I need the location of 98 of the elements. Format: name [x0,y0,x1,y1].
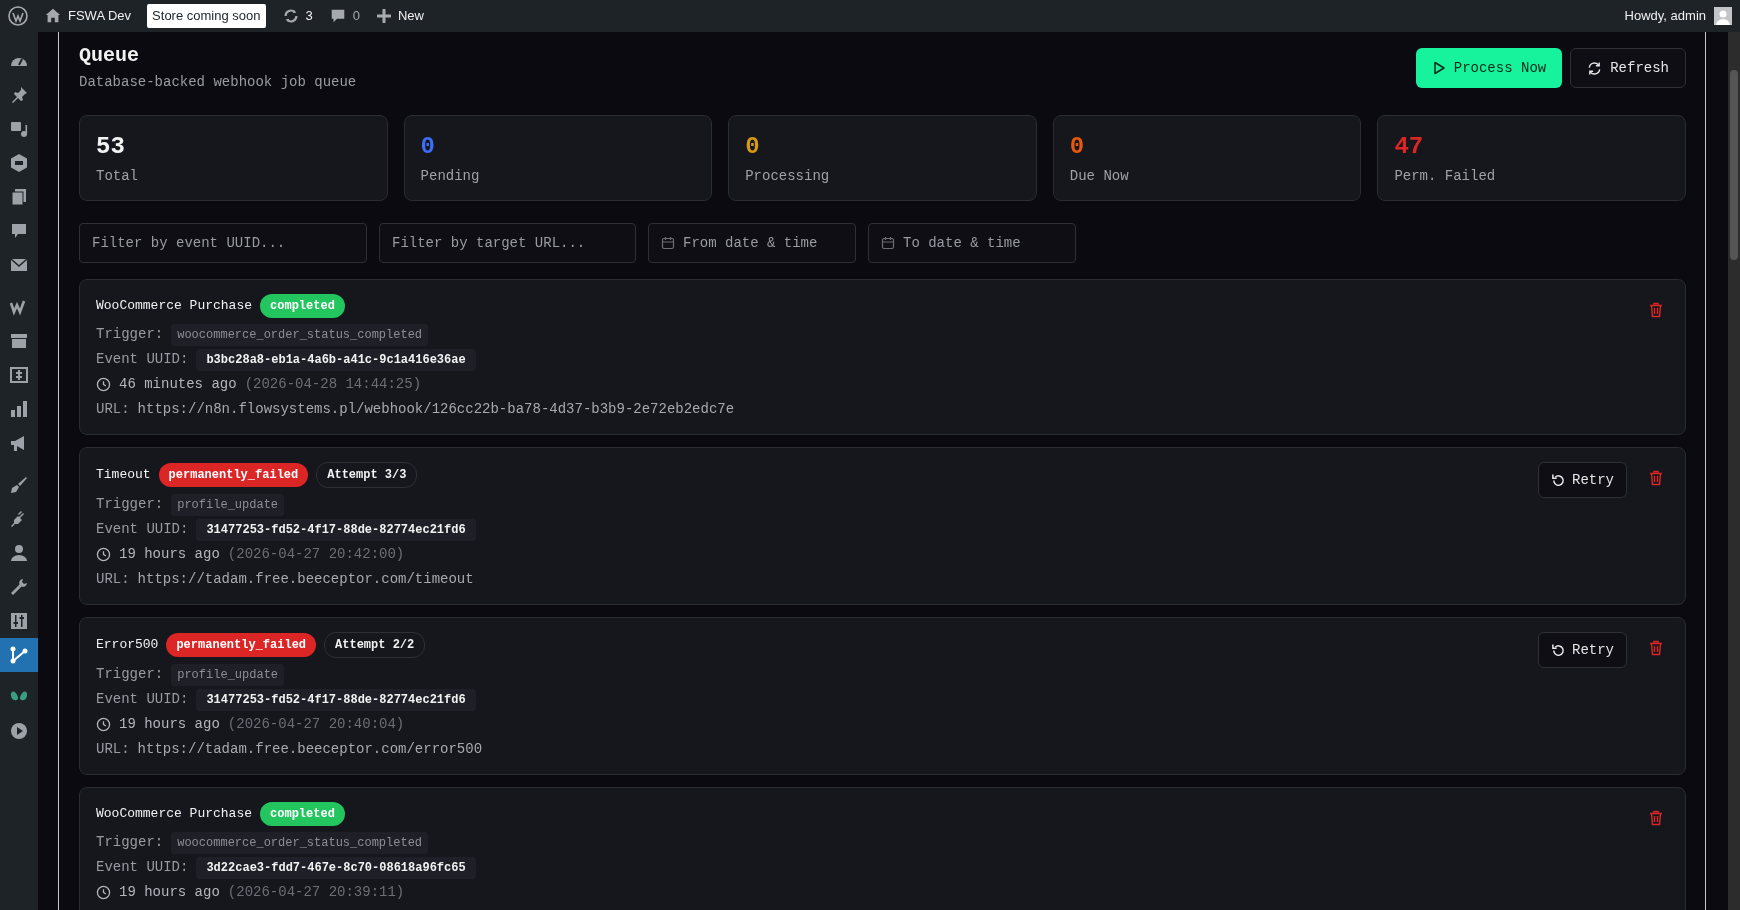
calendar-icon [881,236,895,250]
media-icon [9,119,29,139]
stat-value: 0 [745,134,761,161]
uuid-label: Event UUID: [96,350,189,369]
stat-label: Processing [745,167,831,187]
job-name: Timeout [96,466,151,485]
play-icon [1431,61,1446,75]
status-badge: completed [260,802,345,826]
process-now-button[interactable]: Process Now [1415,48,1563,88]
job-name: WooCommerce Purchase [96,297,253,316]
timestamp: (2026-04-27 20:40:04) [227,715,405,734]
banknote-icon [9,365,29,385]
uuid-label: Event UUID: [96,520,189,539]
undo-icon [1551,642,1566,658]
brush-icon [9,475,29,495]
job-name: Error500 [96,636,159,655]
stat-value: 0 [1069,134,1086,161]
uuid-value: 3d22cae3-fdd7-467e-8c70-08618a96fc65 [196,856,476,879]
store-status-badge: Store coming soon [147,4,266,28]
trash-icon [1649,640,1663,656]
trigger-label: Trigger: [96,325,164,344]
attempt-badge: Attempt 3/3 [316,462,418,488]
home-icon [44,7,62,25]
stat-value: 0 [420,134,436,161]
filter-field[interactable]: Filter by target URL... [379,223,636,263]
relative-time: 46 minutes ago [119,375,237,394]
uuid-value: b3bc28a8-eb1a-4a6b-a41c-9c1a416e36ae [196,348,476,371]
timestamp: (2026-04-27 20:39:11) [227,883,405,902]
bar-chart-icon [9,399,29,419]
scrollbar[interactable] [1728,32,1740,910]
hexagon-icon [9,153,29,173]
stat-label: Total [96,167,139,187]
timestamp: (2026-04-27 20:42:00) [227,545,405,564]
timestamp: (2026-04-28 14:44:25) [244,375,422,394]
refresh-button[interactable]: Refresh [1570,48,1686,88]
comments-count[interactable]: 0 [352,6,360,26]
date-field[interactable]: To date & time [868,223,1076,263]
trash-icon [1649,470,1663,486]
user-icon [9,543,29,563]
job-name: WooCommerce Purchase [96,805,253,824]
user-greeting[interactable]: Howdy, admin [1624,6,1706,26]
undo-icon [1551,472,1566,488]
trigger-label: Trigger: [96,665,164,684]
sidebar-item[interactable] [0,638,38,672]
relative-time: 19 hours ago [119,883,220,902]
trash-icon [1649,810,1663,826]
wordpress-logo-icon[interactable] [8,6,28,26]
clock-icon [96,717,111,732]
play-circle-icon [9,721,29,741]
retry-button[interactable]: Retry [1538,462,1627,498]
branch-icon [9,645,29,665]
clock-icon [96,377,111,392]
updates-count[interactable]: 3 [305,6,313,26]
wrench-icon [9,577,29,597]
page-title: Queue [79,44,140,68]
trigger-label: Trigger: [96,495,164,514]
stat-label: Perm. Failed [1394,167,1497,187]
url-label: URL: [96,740,130,759]
trigger-value: woocommerce_order_status_completed [171,831,429,854]
clock-icon [96,547,111,562]
trigger-value: woocommerce_order_status_completed [171,323,429,346]
archive-box-icon [9,331,29,351]
url-value: https://tadam.free.beeceptor.com/error500 [137,740,483,759]
trigger-label: Trigger: [96,833,164,852]
url-value: https://tadam.free.beeceptor.com/timeout [137,570,474,589]
status-badge: permanently_failed [158,463,309,487]
trigger-value: profile_update [171,493,285,516]
calendar-icon [661,236,675,250]
sliders-icon [9,611,29,631]
relative-time: 19 hours ago [119,715,220,734]
url-value: https://n8n.flowsystems.pl/webhook/126cc22b-ba78-4d37-b3b9-2e72eb2edc7e [137,400,735,419]
stat-label: Due Now [1069,167,1130,187]
filter-field[interactable]: Filter by event UUID... [79,223,367,263]
clock-icon [96,885,111,900]
refresh-icon [1587,60,1603,76]
plus-icon[interactable] [375,8,392,24]
trigger-value: profile_update [171,663,285,686]
uuid-label: Event UUID: [96,690,189,709]
stat-value: 53 [96,134,126,161]
retry-button[interactable]: Retry [1538,632,1627,668]
trash-icon [1649,302,1663,318]
stat-value: 47 [1394,134,1425,161]
page-subtitle: Database-backed webhook job queue [79,73,357,92]
url-label: URL: [96,570,130,589]
uuid-value: 31477253-fd52-4f17-88de-82774ec21fd6 [196,688,476,711]
date-field[interactable]: From date & time [648,223,856,263]
uuid-label: Event UUID: [96,858,189,877]
status-badge: completed [260,294,345,318]
site-name-link[interactable]: FSWA Dev [68,6,132,26]
stat-label: Pending [420,167,481,187]
relative-time: 19 hours ago [119,545,220,564]
pages-icon [9,187,29,207]
scrollbar-thumb[interactable] [1730,70,1738,260]
url-label: URL: [96,400,130,419]
status-badge: permanently_failed [166,633,317,657]
uuid-value: 31477253-fd52-4f17-88de-82774ec21fd6 [196,518,476,541]
new-content-link[interactable]: New [397,6,424,26]
attempt-badge: Attempt 2/2 [324,632,426,658]
